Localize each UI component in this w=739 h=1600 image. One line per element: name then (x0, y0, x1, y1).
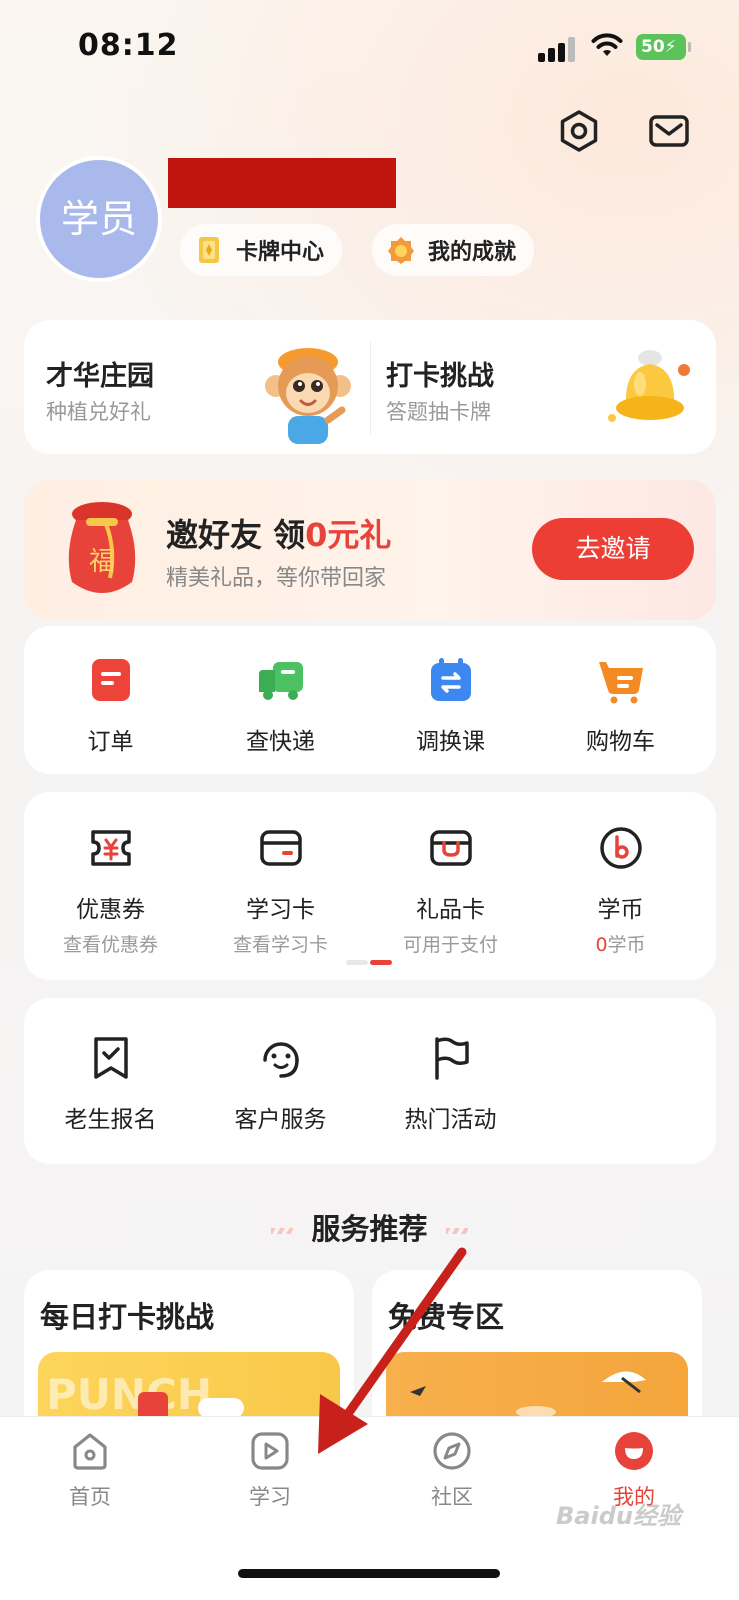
coupon-icon (90, 830, 131, 866)
play-icon (251, 1432, 289, 1470)
daily-checkin-card[interactable]: 每日打卡挑战 PUNCH (24, 1270, 354, 1440)
rec-title: 免费专区 (388, 1300, 505, 1334)
calendar-swap-icon (430, 658, 471, 701)
invite-title-accent: 0元礼 (305, 516, 392, 554)
battery-icon: 50⚡ (636, 34, 691, 60)
lucky-bag-icon: 福 (68, 502, 136, 593)
achievements-label: 我的成就 (428, 240, 517, 265)
grid-sublabel: 0学币 (534, 930, 707, 957)
home-indicator[interactable] (238, 1569, 500, 1578)
grid-label: 优惠券 (76, 897, 145, 923)
invite-title-text: 邀好友 领 (166, 516, 306, 554)
redacted-username (168, 158, 396, 208)
bell-icon (608, 350, 690, 422)
grid-sublabel: 查看学习卡 (232, 934, 328, 956)
wallet-card: 优惠券 查看优惠券 学习卡 查看学习卡 礼品卡 可用于支付 学币 0学币 (24, 792, 716, 980)
order-card: 订单 查快递 调换课 购物车 (24, 626, 716, 774)
status-bar: 08:12 50⚡ (0, 0, 739, 96)
tab-label: 首页 (69, 1485, 111, 1509)
orders-entry[interactable]: 订单 (24, 656, 197, 756)
cart-entry[interactable]: 购物车 (534, 656, 707, 756)
customer-service-icon (262, 1042, 299, 1078)
free-zone-card[interactable]: 免费专区 (372, 1270, 702, 1440)
promo-card: 才华庄园 种植兑好礼 打卡挑战 答题抽卡牌 (24, 320, 716, 454)
customer-service-entry[interactable]: 客户服务 (194, 1034, 367, 1134)
invite-button[interactable]: 去邀请 (532, 518, 694, 580)
gift-card-entry[interactable]: 礼品卡 可用于支付 (364, 824, 537, 957)
watermark: Baidu经验 (556, 1502, 681, 1530)
signal-icon (538, 36, 576, 62)
swap-class-entry[interactable]: 调换课 (364, 656, 537, 756)
rec-title: 每日打卡挑战 (40, 1300, 215, 1334)
truck-icon (258, 662, 303, 700)
track-delivery-entry[interactable]: 查快递 (194, 656, 367, 756)
card-center-label: 卡牌中心 (236, 240, 325, 265)
status-time: 08:12 (78, 28, 179, 63)
study-card-icon (259, 830, 302, 866)
page-indicator (346, 960, 394, 966)
grid-label: 客户服务 (234, 1107, 327, 1133)
profile-icon (615, 1432, 653, 1470)
invite-subtitle: 精美礼品，等你带回家 (166, 566, 387, 591)
section-title: 服务推荐 (0, 1206, 739, 1248)
tab-label: 学习 (249, 1485, 291, 1509)
tab-study[interactable]: 学习 (210, 1429, 330, 1511)
invite-title: 邀好友 领0元礼 (166, 510, 391, 556)
study-card-entry[interactable]: 学习卡 查看学习卡 (194, 824, 367, 957)
order-icon (91, 659, 130, 701)
wifi-icon (591, 33, 623, 56)
coin-unit: 学币 (607, 934, 646, 956)
coin-entry[interactable]: 学币 0学币 (534, 824, 707, 957)
promo-subtitle: 种植兑好礼 (46, 400, 151, 424)
coupon-entry[interactable]: 优惠券 查看优惠券 (24, 824, 197, 957)
coin-icon (599, 827, 642, 869)
message-icon[interactable] (646, 108, 692, 154)
decor-left (271, 1228, 294, 1234)
battery-level: 50 (641, 37, 665, 57)
checkin-challenge-entry[interactable]: 打卡挑战 答题抽卡牌 (370, 320, 716, 456)
grid-label: 调换课 (416, 729, 485, 755)
returning-enroll-entry[interactable]: 老生报名 (24, 1034, 197, 1134)
cart-icon (598, 662, 643, 704)
talent-garden-entry[interactable]: 才华庄园 种植兑好礼 (24, 320, 370, 456)
tab-label: 社区 (431, 1485, 473, 1509)
home-icon (73, 1433, 107, 1470)
grid-label: 热门活动 (404, 1107, 497, 1133)
card-icon (199, 237, 219, 263)
gift-card-icon (429, 830, 472, 866)
banner-text: PUNCH (46, 1370, 213, 1419)
grid-label: 购物车 (586, 729, 655, 755)
grid-label: 老生报名 (64, 1107, 157, 1133)
coin-count: 0 (595, 934, 608, 956)
grid-label: 查快递 (246, 729, 315, 755)
hot-events-entry[interactable]: 热门活动 (364, 1034, 537, 1134)
promo-title: 打卡挑战 (386, 361, 494, 392)
monkey-mascot-icon (265, 348, 351, 444)
tab-community[interactable]: 社区 (392, 1429, 512, 1511)
promo-subtitle: 答题抽卡牌 (386, 400, 491, 424)
medal-icon (388, 237, 414, 264)
avatar-text: 学员 (60, 197, 137, 241)
card-center-button[interactable]: 卡牌中心 (180, 224, 343, 276)
promo-title: 才华庄园 (46, 361, 154, 392)
grid-label: 学币 (597, 897, 644, 923)
avatar[interactable]: 学员 (36, 156, 162, 282)
grid-label: 礼品卡 (416, 897, 485, 923)
enroll-icon (93, 1037, 128, 1079)
grid-sublabel: 可用于支付 (402, 934, 498, 956)
achievements-button[interactable]: 我的成就 (372, 224, 535, 276)
settings-icon[interactable] (556, 108, 602, 154)
grid-label: 订单 (87, 729, 134, 755)
grid-sublabel: 查看优惠券 (62, 934, 158, 956)
decor-right (445, 1228, 468, 1234)
invite-banner[interactable]: 福 邀好友 领0元礼 精美礼品，等你带回家 去邀请 (24, 480, 716, 620)
grid-label: 学习卡 (246, 897, 315, 923)
flag-icon (434, 1037, 469, 1080)
compass-icon (433, 1432, 471, 1470)
cloud-icon (198, 1398, 244, 1418)
bag-char: 福 (89, 547, 115, 577)
tab-home[interactable]: 首页 (30, 1429, 150, 1511)
service-card: 老生报名 客户服务 热门活动 (24, 998, 716, 1164)
section-title-text: 服务推荐 (311, 1212, 428, 1246)
